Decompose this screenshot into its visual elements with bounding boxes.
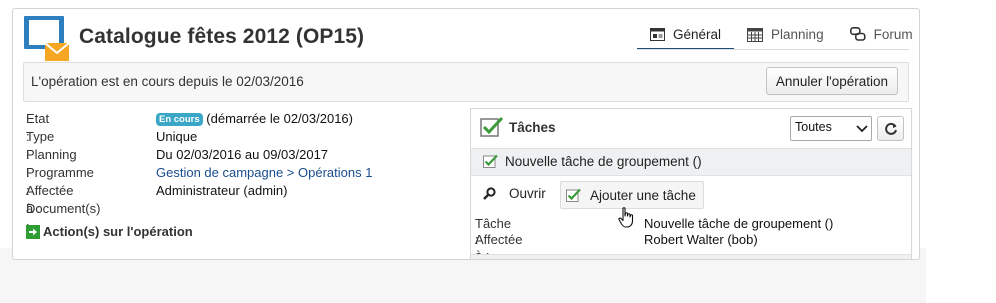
tasks-filter-value: Toutes — [795, 120, 832, 134]
operation-card: Catalogue fêtes 2012 (OP15) Général Plan… — [12, 8, 920, 260]
cancel-operation-button[interactable]: Annuler l'opération — [765, 67, 898, 95]
assigned-value: Robert Walter (bob) — [644, 232, 758, 247]
refresh-icon — [884, 122, 897, 135]
arrow-right-icon — [26, 224, 40, 239]
checkbox-checked-icon — [566, 188, 581, 202]
tab-planning-label: Planning — [771, 27, 824, 42]
page-title: Catalogue fêtes 2012 (OP15) — [79, 25, 365, 48]
etat-value: (démarrée le 02/03/2016) — [206, 111, 353, 126]
open-label: Ouvrir — [509, 186, 546, 201]
open-task-button[interactable]: Ouvrir — [483, 186, 546, 201]
operation-logo-icon — [23, 15, 71, 63]
refresh-button[interactable] — [877, 116, 904, 141]
etat-value-wrapper: En cours (démarrée le 02/03/2016) — [156, 110, 353, 128]
tasks-footer-strip — [471, 254, 911, 259]
forum-icon — [849, 27, 866, 41]
hand-pointer-icon — [618, 207, 634, 228]
status-badge: En cours — [156, 113, 203, 126]
type-value: Unique — [156, 129, 198, 144]
tabs-underline — [637, 49, 909, 50]
tasks-filter-select[interactable]: Toutes — [790, 116, 872, 141]
checkbox-checked-icon — [483, 154, 498, 168]
planning-value: Du 02/03/2016 au 09/03/2017 — [156, 147, 329, 162]
calendar-icon — [747, 28, 764, 42]
chevron-down-icon — [856, 125, 868, 133]
tasks-title: Tâches — [509, 120, 556, 135]
search-icon — [483, 187, 496, 200]
actions-section-title[interactable]: Action(s) sur l'opération — [26, 224, 193, 239]
tab-planning[interactable]: Planning — [734, 21, 837, 48]
add-task-button[interactable]: Ajouter une tâche — [560, 181, 704, 209]
task-group-row[interactable]: Nouvelle tâche de groupement () — [471, 148, 911, 176]
tasks-checkbox-icon — [480, 116, 504, 137]
tab-forum-label: Forum — [873, 27, 913, 42]
programme-link[interactable]: Gestion de campagne > Opérations 1 — [156, 164, 372, 182]
view-tabs: Général Planning Forum — [637, 21, 919, 50]
tasks-panel: Tâches Toutes Nouvelle tâche de groupeme… — [470, 108, 912, 259]
actions-title-label: Action(s) sur l'opération — [43, 224, 193, 239]
task-group-label: Nouvelle tâche de groupement () — [505, 154, 702, 169]
tab-general-label: Général — [673, 27, 722, 42]
affectee-value: Administrateur (admin) — [156, 183, 288, 198]
tab-forum[interactable]: Forum — [837, 21, 919, 48]
add-task-label: Ajouter une tâche — [590, 187, 696, 203]
page-margin — [926, 0, 996, 303]
tasks-header: Tâches Toutes — [471, 109, 911, 147]
general-icon — [650, 28, 665, 41]
status-bar: L'opération est en cours depuis le 02/03… — [23, 62, 909, 102]
task-value: Nouvelle tâche de groupement () — [644, 216, 834, 231]
tab-general[interactable]: Général — [637, 21, 735, 50]
status-text: L'opération est en cours depuis le 02/03… — [31, 74, 304, 89]
